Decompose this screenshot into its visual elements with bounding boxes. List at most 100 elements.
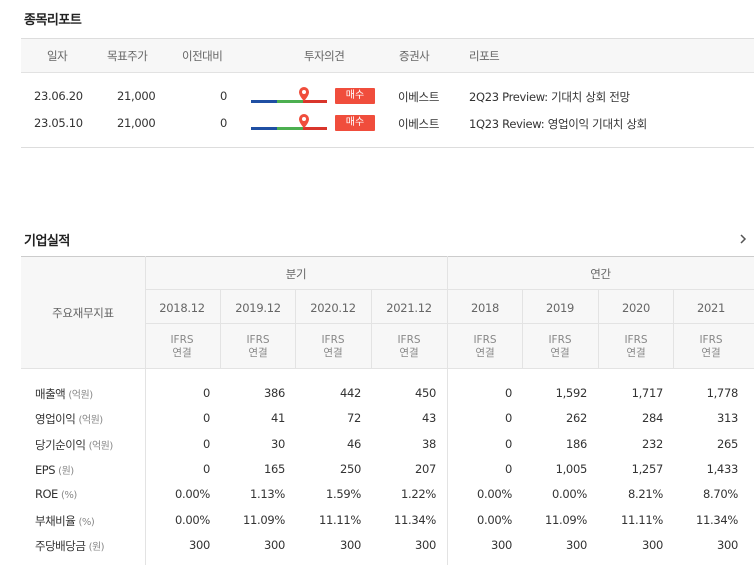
metric-label: 영업이익 (억원) bbox=[35, 411, 103, 427]
reports-header: 일자 목표주가 이전대비 투자의견 증권사 리포트 bbox=[21, 38, 754, 73]
report-title-link[interactable]: 2Q23 Preview: 기대치 상회 전망 bbox=[469, 89, 630, 105]
ifrs-label: IFRS 연결 bbox=[624, 334, 648, 359]
period-header: 2020 bbox=[621, 301, 651, 315]
metric-name: EPS bbox=[35, 463, 56, 477]
report-change: 0 bbox=[220, 116, 228, 130]
header-date: 일자 bbox=[47, 49, 68, 63]
metric-value: 0.00% bbox=[174, 513, 210, 527]
header-report: 리포트 bbox=[469, 49, 500, 63]
metric-value: 11.09% bbox=[242, 513, 285, 527]
header-change: 이전대비 bbox=[182, 49, 223, 63]
metric-value: 0 bbox=[202, 411, 210, 425]
divider bbox=[673, 289, 674, 368]
metric-value: 386 bbox=[263, 386, 285, 400]
metric-value: 300 bbox=[490, 538, 512, 552]
reports-divider bbox=[21, 147, 754, 148]
metric-unit: (억원) bbox=[68, 390, 93, 401]
metric-unit: (억원) bbox=[78, 415, 103, 426]
metric-value: 8.21% bbox=[627, 487, 663, 501]
metric-value: 1,433 bbox=[706, 462, 739, 476]
metric-value: 442 bbox=[339, 386, 361, 400]
report-row[interactable]: 23.05.10 21,000 0 매수 이베스트 1Q23 Review: 영… bbox=[21, 112, 754, 136]
header-opinion: 투자의견 bbox=[304, 49, 345, 63]
group-annual: 연간 bbox=[590, 267, 611, 281]
report-date: 23.06.20 bbox=[34, 89, 83, 103]
metric-label: 부채비율 (%) bbox=[35, 513, 95, 529]
divider bbox=[145, 256, 146, 565]
metric-unit: (%) bbox=[78, 517, 95, 528]
metric-value: 0 bbox=[504, 411, 512, 425]
opinion-gauge-icon bbox=[251, 114, 327, 130]
report-date: 23.05.10 bbox=[34, 116, 83, 130]
metric-value: 0 bbox=[504, 437, 512, 451]
metric-value: 1.13% bbox=[249, 487, 285, 501]
metric-unit: (원) bbox=[88, 542, 105, 553]
divider bbox=[145, 323, 754, 324]
metric-name: 당기순이익 bbox=[35, 438, 86, 452]
metric-name: 매출액 bbox=[35, 387, 66, 401]
metric-value: 0.00% bbox=[551, 487, 587, 501]
metric-value: 300 bbox=[565, 538, 587, 552]
metric-value: 186 bbox=[565, 437, 587, 451]
ifrs-label: IFRS 연결 bbox=[699, 334, 723, 359]
metric-label: 주당배당금 (원) bbox=[35, 538, 105, 554]
chevron-right-icon[interactable] bbox=[738, 233, 748, 245]
report-target: 21,000 bbox=[117, 89, 156, 103]
reports-title: 종목리포트 bbox=[24, 13, 82, 28]
divider bbox=[145, 289, 754, 290]
divider bbox=[21, 256, 754, 257]
ifrs-label: IFRS 연결 bbox=[321, 334, 345, 359]
metric-value: 46 bbox=[346, 437, 361, 451]
report-title-link[interactable]: 1Q23 Review: 영업이익 기대치 상회 bbox=[469, 116, 647, 132]
metric-value: 262 bbox=[565, 411, 587, 425]
ifrs-label: IFRS 연결 bbox=[548, 334, 572, 359]
metric-value: 43 bbox=[421, 411, 436, 425]
divider bbox=[220, 289, 221, 368]
period-header: 2019 bbox=[545, 301, 575, 315]
report-change: 0 bbox=[220, 89, 228, 103]
metric-label: 매출액 (억원) bbox=[35, 386, 93, 402]
metric-value: 0 bbox=[202, 462, 210, 476]
row-header-label: 주요재무지표 bbox=[52, 306, 114, 320]
divider bbox=[598, 289, 599, 368]
metric-value: 1,717 bbox=[631, 386, 664, 400]
report-broker: 이베스트 bbox=[398, 90, 440, 104]
metric-value: 250 bbox=[339, 462, 361, 476]
metric-label: EPS (원) bbox=[35, 462, 74, 477]
metric-value: 450 bbox=[414, 386, 436, 400]
divider bbox=[295, 289, 296, 368]
metric-value: 0 bbox=[504, 462, 512, 476]
metric-value: 72 bbox=[346, 411, 361, 425]
metric-value: 207 bbox=[414, 462, 436, 476]
ifrs-label: IFRS 연결 bbox=[473, 334, 497, 359]
divider bbox=[21, 368, 754, 369]
period-header: 2020.12 bbox=[310, 301, 356, 315]
period-header: 2018 bbox=[470, 301, 500, 315]
metric-value: 300 bbox=[414, 538, 436, 552]
metric-value: 300 bbox=[716, 538, 738, 552]
metric-label: ROE (%) bbox=[35, 487, 77, 501]
metric-value: 41 bbox=[270, 411, 285, 425]
metric-value: 30 bbox=[270, 437, 285, 451]
metric-value: 8.70% bbox=[702, 487, 738, 501]
opinion-badge: 매수 bbox=[335, 115, 375, 131]
metric-unit: (%) bbox=[60, 490, 77, 501]
header-target-price: 목표주가 bbox=[107, 49, 148, 63]
metric-name: 부채비율 bbox=[35, 514, 76, 528]
opinion-badge: 매수 bbox=[335, 88, 375, 104]
metric-value: 300 bbox=[641, 538, 663, 552]
metric-value: 0 bbox=[202, 386, 210, 400]
period-header: 2019.12 bbox=[235, 301, 281, 315]
metric-value: 0 bbox=[202, 437, 210, 451]
group-quarter: 분기 bbox=[285, 267, 307, 281]
metric-value: 1.22% bbox=[400, 487, 436, 501]
metric-value: 11.11% bbox=[318, 513, 361, 527]
report-row[interactable]: 23.06.20 21,000 0 매수 이베스트 2Q23 Preview: … bbox=[21, 85, 754, 109]
divider bbox=[371, 289, 372, 368]
divider bbox=[522, 289, 523, 368]
ifrs-label: IFRS 연결 bbox=[397, 334, 421, 359]
divider bbox=[447, 256, 448, 565]
metric-value: 11.11% bbox=[620, 513, 663, 527]
metric-value: 313 bbox=[716, 411, 738, 425]
metric-value: 300 bbox=[263, 538, 285, 552]
